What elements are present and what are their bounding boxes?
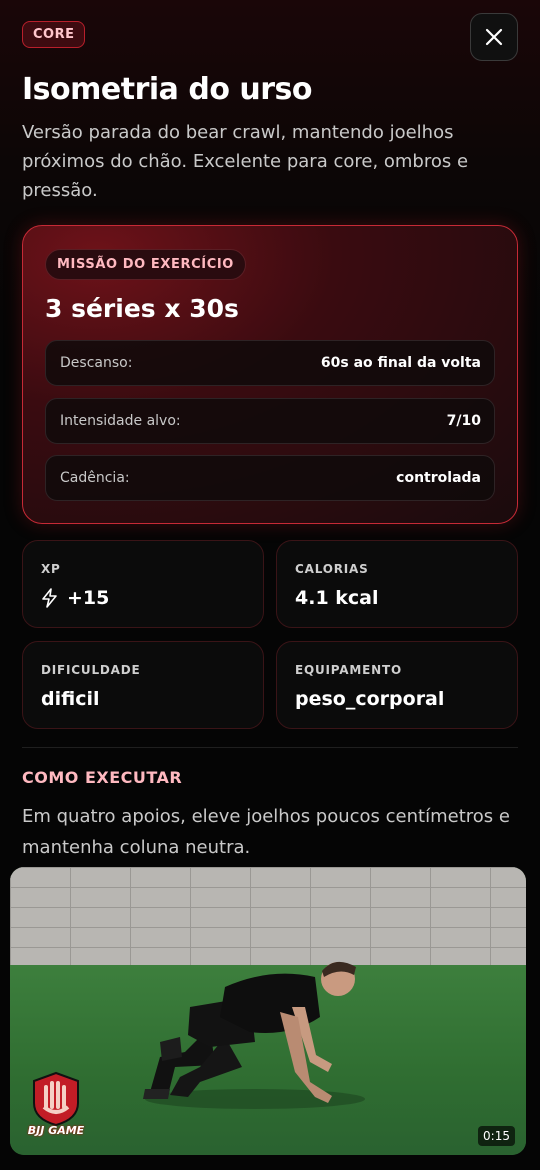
mission-row-value: controlada	[396, 470, 481, 486]
stat-calories: CALORIAS 4.1 kcal	[276, 540, 518, 628]
stat-xp: XP +15	[22, 540, 264, 628]
exercise-description: Versão parada do bear crawl, mantendo jo…	[22, 122, 469, 201]
exercise-title: Isometria do urso	[22, 72, 313, 107]
stat-label: XP	[41, 562, 61, 576]
mission-row-label: Descanso:	[60, 355, 133, 371]
mission-headline: 3 séries x 30s	[45, 294, 239, 323]
stat-value: 4.1 kcal	[295, 587, 379, 609]
top-bar: CORE	[22, 13, 518, 61]
section-divider	[22, 747, 518, 748]
stat-equipment: EQUIPAMENTO peso_corporal	[276, 641, 518, 729]
brand-logo: BJJ GAME	[20, 1069, 92, 1143]
exercise-video[interactable]: BJJ GAME 0:15	[10, 867, 526, 1155]
mission-row-value: 60s ao final da volta	[320, 355, 481, 371]
stat-label: EQUIPAMENTO	[295, 663, 402, 677]
mission-card: MISSÃO DO EXERCÍCIO 3 séries x 30s Desca…	[22, 225, 518, 524]
stat-label: CALORIAS	[295, 562, 369, 576]
stat-value: dificil	[41, 688, 100, 710]
mission-row-intensity: Intensidade alvo: 7/10	[45, 398, 495, 444]
mission-row-cadence: Cadência: controlada	[45, 455, 495, 501]
brand-logo-text: BJJ GAME	[27, 1124, 85, 1137]
close-button[interactable]	[470, 13, 518, 61]
how-to-title: COMO EXECUTAR	[22, 768, 183, 787]
lightning-icon	[42, 588, 57, 608]
stat-difficulty: DIFICULDADE dificil	[22, 641, 264, 729]
stat-value: +15	[67, 587, 110, 609]
video-duration: 0:15	[478, 1126, 515, 1146]
mission-row-label: Cadência:	[60, 470, 130, 486]
stat-label: DIFICULDADE	[41, 663, 141, 677]
how-to-text: Em quatro apoios, eleve joelhos poucos c…	[22, 806, 510, 858]
mission-badge: MISSÃO DO EXERCÍCIO	[45, 249, 246, 280]
mission-row-rest: Descanso: 60s ao final da volta	[45, 340, 495, 386]
stat-value: peso_corporal	[295, 688, 445, 710]
mission-row-value: 7/10	[446, 413, 481, 429]
close-icon	[485, 28, 503, 46]
mission-row-label: Intensidade alvo:	[60, 413, 181, 429]
category-tag: CORE	[22, 21, 86, 48]
